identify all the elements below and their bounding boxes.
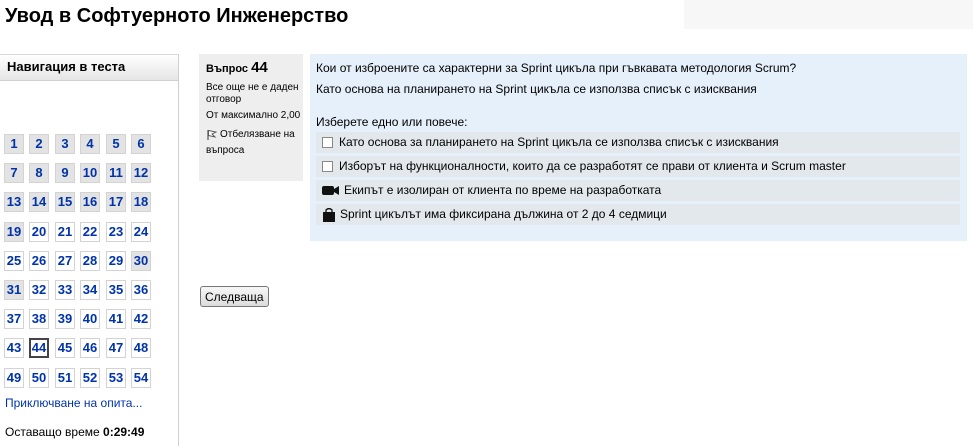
answer-option-3[interactable]: Екипът е изолиран от клиента по време на… (316, 180, 960, 201)
flag-question-label: Отбелязване на въпроса (206, 129, 295, 156)
answer-label: Изборът на функционалности, които да се … (339, 159, 846, 173)
nav-question-16[interactable]: 16 (80, 192, 100, 212)
nav-question-35[interactable]: 35 (106, 280, 126, 300)
question-number-prefix: Въпрос (206, 63, 249, 75)
shopping-bag-icon (322, 207, 336, 222)
question-number: Въпрос 44 (206, 60, 303, 77)
nav-question-24[interactable]: 24 (131, 222, 151, 242)
nav-question-23[interactable]: 23 (106, 222, 126, 242)
nav-question-4[interactable]: 4 (80, 134, 100, 154)
nav-question-52[interactable]: 52 (80, 368, 100, 388)
nav-question-46[interactable]: 46 (80, 338, 100, 358)
finish-attempt-link[interactable]: Приключване на опита... (5, 396, 142, 410)
question-info-box: Въпрос 44 Все още не е даден отговор От … (199, 54, 303, 181)
answer-option-1[interactable]: Като основа за планирането на Sprint цик… (316, 132, 960, 153)
nav-question-13[interactable]: 13 (4, 192, 24, 212)
nav-question-19[interactable]: 19 (4, 222, 24, 242)
nav-question-34[interactable]: 34 (80, 280, 100, 300)
question-content: Кои от изброените са характерни за Sprin… (310, 54, 967, 241)
nav-question-44[interactable]: 44 (29, 338, 49, 358)
nav-question-50[interactable]: 50 (29, 368, 49, 388)
nav-question-5[interactable]: 5 (106, 134, 126, 154)
nav-question-9[interactable]: 9 (55, 163, 75, 183)
nav-question-36[interactable]: 36 (131, 280, 151, 300)
nav-question-1[interactable]: 1 (4, 134, 24, 154)
nav-question-47[interactable]: 47 (106, 338, 126, 358)
time-remaining-label: Оставащо време (5, 425, 100, 439)
time-remaining: Оставащо време 0:29:49 (5, 425, 144, 439)
question-state: Все още не е даден отговор (206, 82, 299, 105)
nav-question-33[interactable]: 33 (55, 280, 75, 300)
nav-question-40[interactable]: 40 (80, 309, 100, 329)
nav-question-10[interactable]: 10 (80, 163, 100, 183)
nav-question-2[interactable]: 2 (29, 134, 49, 154)
video-camera-icon (322, 185, 340, 196)
answer-option-2[interactable]: Изборът на функционалности, които да се … (316, 156, 960, 177)
nav-question-32[interactable]: 32 (29, 280, 49, 300)
nav-question-43[interactable]: 43 (4, 338, 24, 358)
answer-label: Екипът е изолиран от клиента по време на… (344, 183, 662, 197)
answer-option-4[interactable]: Sprint цикълът има фиксирана дължина от … (316, 204, 960, 225)
nav-question-14[interactable]: 14 (29, 192, 49, 212)
flag-question-toggle[interactable]: Отбелязване на въпроса (206, 129, 303, 157)
nav-question-7[interactable]: 7 (4, 163, 24, 183)
nav-question-49[interactable]: 49 (4, 368, 24, 388)
nav-question-12[interactable]: 12 (131, 163, 151, 183)
nav-question-17[interactable]: 17 (106, 192, 126, 212)
question-number-value: 44 (251, 59, 268, 76)
nav-question-27[interactable]: 27 (55, 251, 75, 271)
next-page-button[interactable]: Следваща (200, 286, 269, 307)
quiz-navigation-panel: Навигация в теста 1 2 3 4 5 6 7 8 9 10 11 12 13 14 15 1… (0, 54, 179, 446)
question-max-grade: От максимално 2,00 (206, 110, 301, 121)
nav-question-41[interactable]: 41 (106, 309, 126, 329)
nav-question-31[interactable]: 31 (4, 280, 24, 300)
quiz-navigation-header: Навигация в теста (0, 54, 178, 81)
nav-question-15[interactable]: 15 (55, 192, 75, 212)
nav-question-28[interactable]: 28 (80, 251, 100, 271)
answer-label: Sprint цикълът има фиксирана дължина от … (340, 207, 667, 221)
answer-prompt: Изберете едно или повече: (316, 115, 468, 129)
nav-question-42[interactable]: 42 (131, 309, 151, 329)
nav-question-54[interactable]: 54 (131, 368, 151, 388)
nav-question-25[interactable]: 25 (4, 251, 24, 271)
nav-question-8[interactable]: 8 (29, 163, 49, 183)
nav-question-6[interactable]: 6 (131, 134, 151, 154)
nav-question-38[interactable]: 38 (29, 309, 49, 329)
nav-question-20[interactable]: 20 (29, 222, 49, 242)
page-title: Увод в Софтуерното Инженерство (5, 5, 349, 27)
question-subtext: Като основа на планирането на Sprint цик… (316, 82, 757, 96)
answer-checkbox[interactable] (322, 161, 333, 172)
answer-list: Като основа за планирането на Sprint цик… (316, 132, 960, 225)
nav-question-53[interactable]: 53 (106, 368, 126, 388)
nav-question-48[interactable]: 48 (131, 338, 151, 358)
nav-question-30[interactable]: 30 (131, 251, 151, 271)
question-text: Кои от изброените са характерни за Sprin… (316, 61, 797, 75)
header-background (684, 0, 973, 29)
nav-question-22[interactable]: 22 (80, 222, 100, 242)
nav-question-18[interactable]: 18 (131, 192, 151, 212)
answer-label: Като основа за планирането на Sprint цик… (339, 135, 779, 149)
nav-question-51[interactable]: 51 (55, 368, 75, 388)
answer-checkbox[interactable] (322, 137, 333, 148)
nav-question-45[interactable]: 45 (55, 338, 75, 358)
nav-question-11[interactable]: 11 (106, 163, 126, 183)
nav-question-21[interactable]: 21 (55, 222, 75, 242)
nav-question-26[interactable]: 26 (29, 251, 49, 271)
nav-question-37[interactable]: 37 (4, 309, 24, 329)
nav-question-3[interactable]: 3 (55, 134, 75, 154)
flag-icon (206, 129, 218, 145)
time-remaining-value: 0:29:49 (103, 425, 145, 439)
nav-question-39[interactable]: 39 (55, 309, 75, 329)
nav-question-29[interactable]: 29 (106, 251, 126, 271)
